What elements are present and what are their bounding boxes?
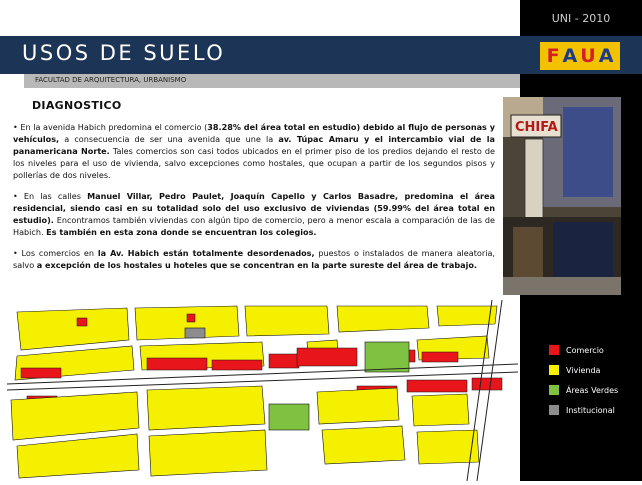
- legend-swatch-areas-verdes: [549, 385, 559, 395]
- map-legend: Comercio Vivienda Áreas Verdes Instituci…: [549, 340, 618, 420]
- text-run: a consecuencia de ser una avenida que un…: [59, 134, 279, 144]
- legend-item-vivienda: Vivienda: [549, 360, 618, 380]
- legend-label: Institucional: [566, 405, 615, 415]
- legend-item-institucional: Institucional: [549, 400, 618, 420]
- section-heading: DIAGNOSTICO: [32, 99, 122, 112]
- legend-item-comercio: Comercio: [549, 340, 618, 360]
- logo-letter-3: U: [580, 45, 596, 67]
- text-run: • En las calles: [13, 191, 88, 201]
- diagnosis-text: • En la avenida Habich predomina el come…: [13, 121, 495, 280]
- paragraph-habich: • En la avenida Habich predomina el come…: [13, 121, 495, 181]
- legend-item-areas-verdes: Áreas Verdes: [549, 380, 618, 400]
- text-run: la Av. Habich están totalmente desordena…: [97, 248, 315, 258]
- text-run: • Los comercios en: [13, 248, 98, 258]
- text-run: a excepción de los hostales u hoteles qu…: [36, 260, 477, 270]
- year-label: UNI - 2010: [551, 12, 611, 25]
- photo-sign-text: CHIFA: [515, 120, 558, 135]
- faua-logo: F A U A: [540, 42, 620, 70]
- page-title: USOS DE SUELO: [22, 41, 226, 65]
- text-run: Es también en esta zona donde se encuent…: [46, 227, 317, 237]
- paragraph-residential-streets: • En las calles Manuel Villar, Pedro Pau…: [13, 190, 495, 238]
- logo-letter-1: F: [546, 45, 560, 67]
- legend-swatch-vivienda: [549, 365, 559, 375]
- street-photo: CHIFA: [503, 97, 621, 295]
- faculty-subtitle: FACULTAD DE ARQUITECTURA, URBANISMO: [35, 76, 187, 84]
- legend-label: Vivienda: [566, 365, 601, 375]
- legend-label: Comercio: [566, 345, 604, 355]
- legend-swatch-institucional: [549, 405, 559, 415]
- paragraph-commerce-order: • Los comercios en la Av. Habich están t…: [13, 247, 495, 271]
- logo-letter-4: A: [598, 45, 614, 67]
- text-run: • En la avenida Habich predomina el come…: [13, 122, 208, 132]
- logo-letter-2: A: [562, 45, 578, 67]
- legend-label: Áreas Verdes: [566, 385, 619, 395]
- legend-swatch-comercio: [549, 345, 559, 355]
- land-use-map: [6, 299, 519, 482]
